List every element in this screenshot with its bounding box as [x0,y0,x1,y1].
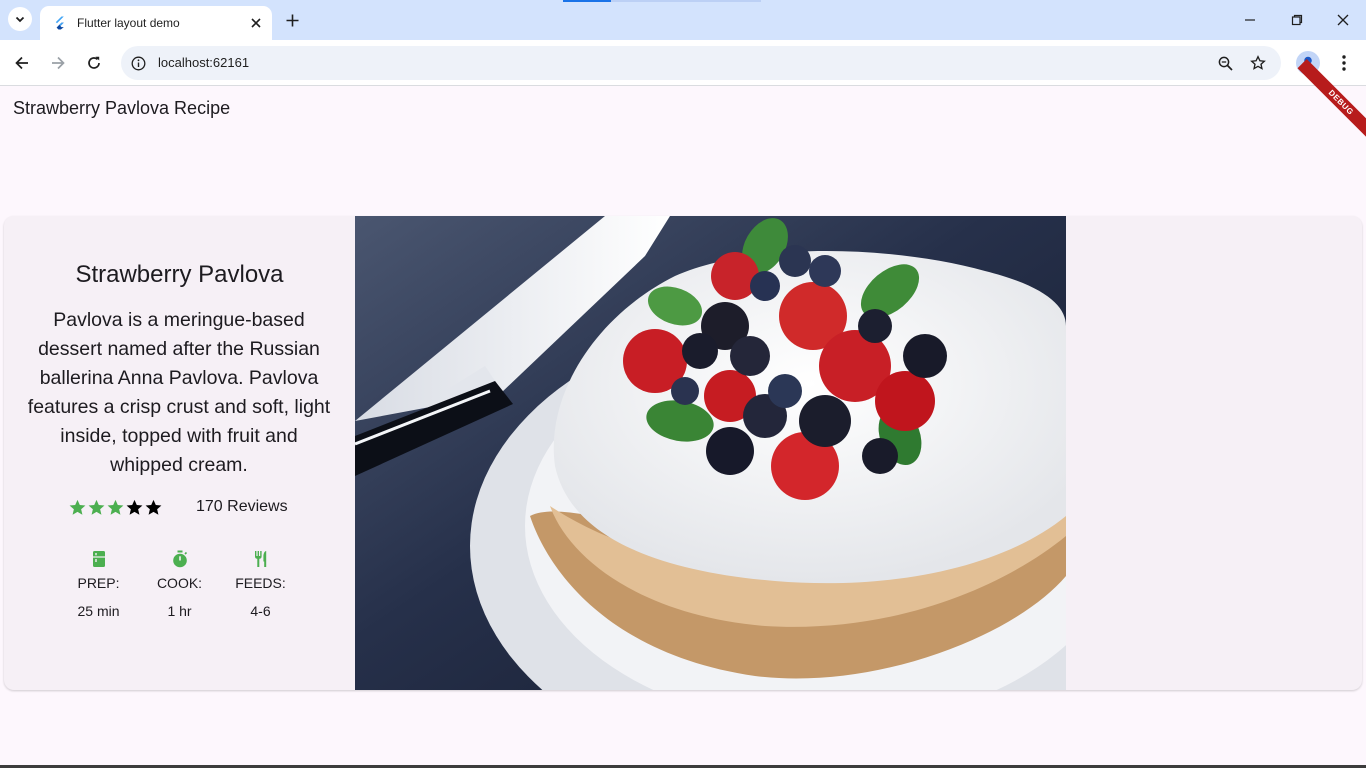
tab-strip-indicator [563,0,611,2]
browser-tab-bar: Flutter layout demo [0,0,1366,40]
chevron-down-icon [15,16,25,23]
zoom-out-icon [1218,56,1233,71]
prep-label: PREP: [77,575,120,591]
back-button[interactable] [10,51,34,75]
feeds-info: FEEDS: 4-6 [220,550,301,619]
tab-title: Flutter layout demo [77,16,180,30]
bookmark-button[interactable] [1249,54,1267,72]
arrow-right-icon [52,56,65,70]
plus-icon [286,14,298,26]
reload-icon [88,56,100,69]
restaurant-icon [254,551,266,567]
cook-label: COOK: [156,575,203,591]
browser-tab[interactable]: Flutter layout demo [40,6,272,40]
app-bar-title: Strawberry Pavlova Recipe [13,98,231,118]
pavlova-photo [355,216,1066,690]
url-text: localhost:62161 [158,55,250,70]
star-icon [107,499,124,515]
close-icon [1337,14,1349,26]
timer-icon [172,550,187,568]
kitchen-icon [92,551,105,567]
window-close-button[interactable] [1331,8,1355,32]
star-icon [88,499,105,515]
recipe-card: Strawberry Pavlova Pavlova is a meringue… [4,216,1362,690]
recipe-description: Pavlova is a meringue-based dessert name… [27,309,331,476]
browser-toolbar: localhost:62161 [0,40,1366,86]
star-outline-icon [1250,55,1266,70]
close-icon [251,18,261,28]
cook-value: 1 hr [167,603,192,619]
info-icon [131,56,145,70]
tab-search-button[interactable] [8,7,32,31]
address-bar[interactable]: localhost:62161 [121,46,1281,80]
feeds-label: FEEDS: [235,575,286,591]
tab-strip-indicator-track [611,0,761,2]
recipe-title: Strawberry Pavlova [75,261,284,288]
browser-menu-button[interactable] [1334,51,1354,75]
prep-info: PREP: 25 min [58,550,139,619]
site-info-button[interactable] [129,54,147,72]
feeds-value: 4-6 [250,603,271,619]
rating-row: 170 Reviews [68,497,308,517]
more-vertical-icon [1342,55,1346,71]
minimize-icon [1245,19,1255,21]
forward-button[interactable] [46,51,70,75]
zoom-button[interactable] [1216,54,1234,72]
flutter-logo-icon [55,16,64,30]
star-icon [145,499,162,515]
review-count: 170 Reviews [196,498,288,515]
prep-value: 25 min [77,603,120,619]
restore-button[interactable] [1285,8,1309,32]
recipe-info-row: PREP: 25 min COOK: 1 hr FEEDS: 4-6 [4,550,355,619]
cook-info: COOK: 1 hr [139,550,220,619]
tab-close-button[interactable] [248,15,264,31]
star-icon [126,499,143,515]
reload-button[interactable] [82,51,106,75]
star-icon [69,499,86,515]
arrow-left-icon [15,56,28,70]
star-rating [68,498,174,517]
recipe-details: Strawberry Pavlova Pavlova is a meringue… [4,216,355,690]
minimize-button[interactable] [1238,8,1262,32]
restore-icon [1291,14,1303,26]
new-tab-button[interactable] [281,9,303,31]
